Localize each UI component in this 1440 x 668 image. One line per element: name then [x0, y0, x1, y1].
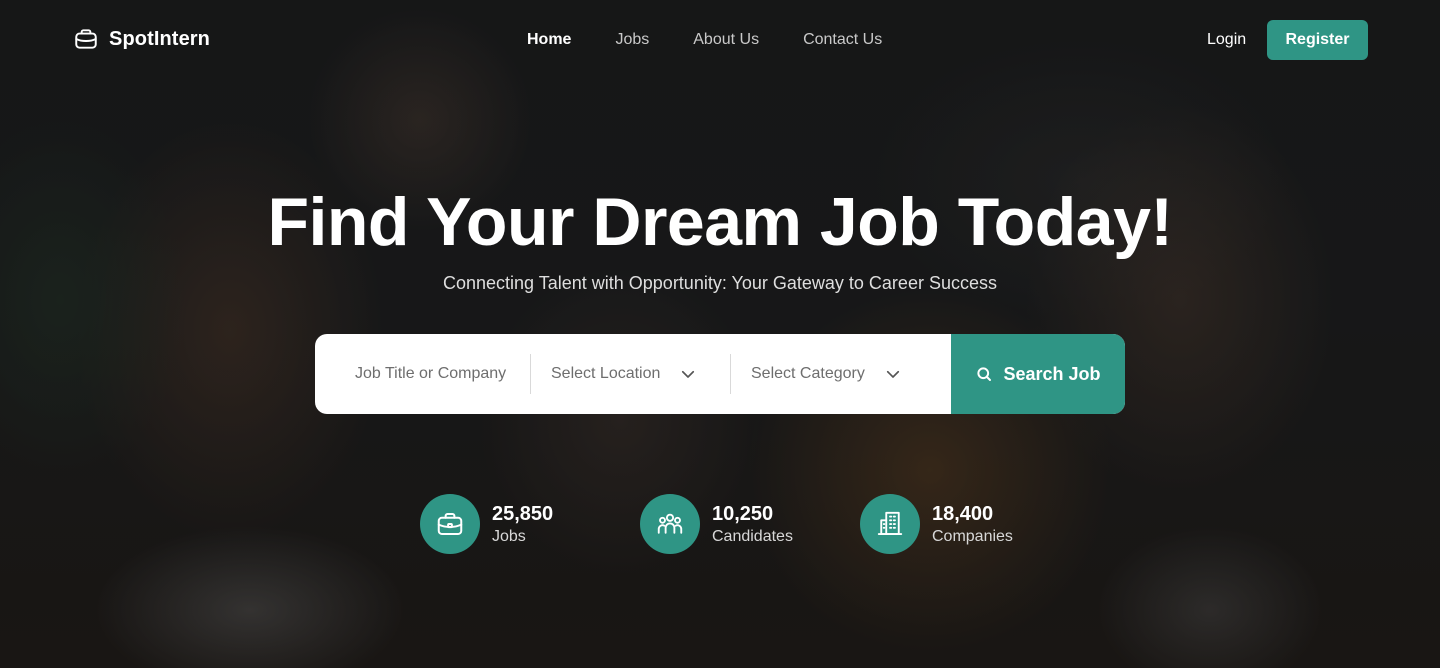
stat-jobs: 25,850 Jobs: [420, 494, 553, 554]
stat-companies: 18,400 Companies: [860, 494, 1013, 554]
register-button[interactable]: Register: [1267, 20, 1368, 60]
stat-label: Companies: [932, 528, 1013, 545]
hero-title: Find Your Dream Job Today!: [267, 184, 1173, 260]
stat-icon-circle: [860, 494, 920, 554]
stat-icon-circle: [420, 494, 480, 554]
stat-label: Candidates: [712, 528, 793, 545]
chevron-down-icon[interactable]: [679, 365, 697, 383]
login-link[interactable]: Login: [1207, 31, 1246, 49]
job-search-bar: Job Title or Company Select Location Sel…: [315, 334, 1125, 414]
stat-candidates: 10,250 Candidates: [640, 494, 793, 554]
job-title-input[interactable]: Job Title or Company: [355, 365, 506, 383]
search-icon: [977, 367, 992, 381]
search-divider: [730, 354, 731, 394]
stat-icon-circle: [640, 494, 700, 554]
building-icon: [877, 511, 903, 535]
briefcase-logo-icon: [75, 29, 97, 49]
search-divider: [530, 354, 531, 394]
stat-value: 25,850: [492, 503, 554, 525]
nav-about-us[interactable]: About Us: [693, 31, 759, 49]
chevron-down-icon[interactable]: [884, 365, 902, 383]
stat-value: 18,400: [932, 503, 994, 525]
search-button-label: Search Job: [1003, 363, 1101, 384]
nav-contact-us[interactable]: Contact Us: [803, 31, 882, 49]
nav-jobs[interactable]: Jobs: [615, 31, 649, 49]
location-select[interactable]: Select Location: [551, 365, 660, 383]
search-job-button[interactable]: Search Job: [951, 334, 1125, 414]
category-select[interactable]: Select Category: [751, 365, 865, 383]
users-icon: [657, 513, 683, 534]
main-nav: Home Jobs About Us Contact Us: [527, 31, 926, 49]
brand-name: SpotIntern: [109, 27, 210, 50]
briefcase-icon: [437, 513, 463, 535]
stat-label: Jobs: [492, 528, 526, 545]
brand-logo[interactable]: SpotIntern: [73, 26, 210, 52]
stat-value: 10,250: [712, 503, 774, 525]
nav-home[interactable]: Home: [527, 31, 571, 49]
hero-subtitle: Connecting Talent with Opportunity: Your…: [443, 273, 997, 293]
